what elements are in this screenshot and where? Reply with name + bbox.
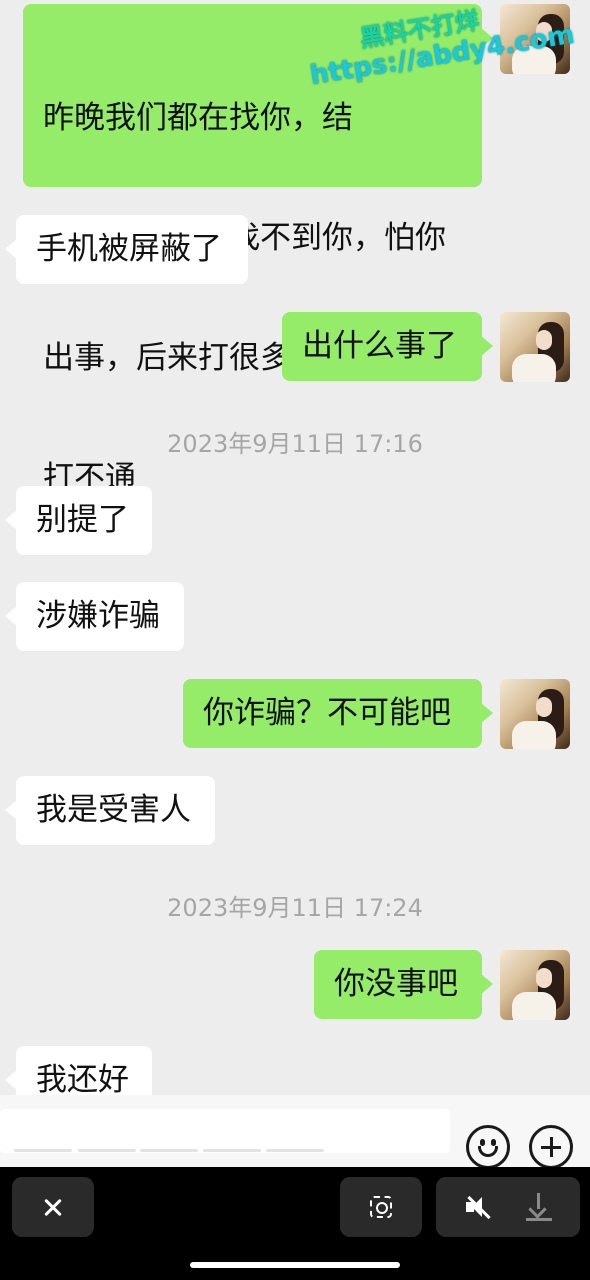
avatar[interactable] [500, 312, 570, 382]
chat-history[interactable]: 昨晚我们都在找你，结 打电话说找不到你，怕你 出事，后来打很多电话给你都 打不通… [0, 0, 590, 1095]
message-bubble-outgoing[interactable]: 出什么事了 [282, 312, 493, 381]
input-divider [203, 1149, 261, 1152]
message-bubble-incoming[interactable]: 涉嫌诈骗 [5, 582, 184, 651]
avatar[interactable] [500, 950, 570, 1020]
message-input[interactable] [0, 1109, 450, 1153]
close-button[interactable] [12, 1177, 94, 1237]
input-divider [14, 1149, 72, 1152]
plus-icon[interactable] [529, 1125, 573, 1169]
message-text: 别提了 [36, 502, 129, 538]
message-text: 我还好 [36, 1062, 129, 1095]
media-controls [436, 1177, 580, 1237]
scan-button[interactable] [340, 1177, 422, 1237]
emoji-icon[interactable] [466, 1125, 510, 1169]
message-bubble-outgoing[interactable]: 你没事吧 [314, 950, 493, 1019]
input-divider [78, 1149, 136, 1152]
input-divider [266, 1149, 324, 1152]
message-text: 你诈骗？不可能吧 [203, 695, 451, 731]
message-bubble-incoming[interactable]: 手机被屏蔽了 [5, 215, 248, 284]
message-text: 我是受害人 [36, 792, 191, 828]
message-bubble-incoming[interactable]: 我是受害人 [5, 776, 215, 845]
download-icon[interactable] [526, 1193, 552, 1221]
message-text: 涉嫌诈骗 [36, 598, 160, 634]
message-bubble-incoming[interactable]: 别提了 [5, 486, 152, 555]
message-line: 昨晚我们都在找你，结 [43, 100, 353, 136]
message-text: 你没事吧 [334, 966, 458, 1002]
input-divider [140, 1149, 198, 1152]
message-bubble-incoming[interactable]: 我还好 [5, 1046, 152, 1095]
message-text: 手机被屏蔽了 [36, 231, 222, 267]
timestamp: 2023年9月11日 17:16 [167, 430, 423, 458]
timestamp: 2023年9月11日 17:24 [167, 894, 423, 922]
mute-icon[interactable] [464, 1195, 494, 1220]
avatar[interactable] [500, 679, 570, 749]
message-bubble-outgoing[interactable]: 你诈骗？不可能吧 [183, 679, 493, 748]
message-text: 出什么事了 [302, 328, 457, 364]
home-indicator[interactable] [190, 1262, 400, 1268]
